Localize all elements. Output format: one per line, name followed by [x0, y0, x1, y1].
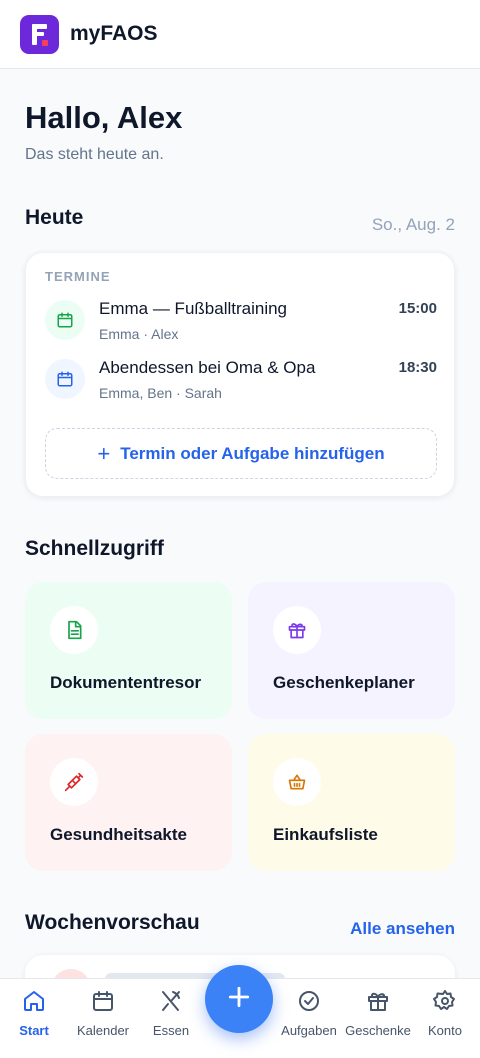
syringe-icon: [50, 758, 98, 806]
gift-icon: [366, 989, 390, 1018]
check-circle-icon: [297, 989, 321, 1018]
plus-icon: +: [97, 440, 111, 466]
event-people: Emma · Alex: [99, 326, 179, 342]
nav-label: Geschenke: [345, 1023, 411, 1038]
nav-tasks[interactable]: Aufgaben: [274, 989, 344, 1038]
appointments-heading: TERMINE: [45, 269, 111, 284]
nav-label: Aufgaben: [281, 1023, 337, 1038]
nav-food[interactable]: Essen: [136, 989, 206, 1038]
tile-shopping-list[interactable]: Einkaufsliste: [248, 734, 455, 871]
greeting-subtitle: Das steht heute an.: [25, 146, 164, 163]
nav-label: Start: [19, 1023, 49, 1038]
tile-gift-planner[interactable]: Geschenkeplaner: [248, 582, 455, 719]
calendar-icon: [91, 989, 115, 1018]
utensils-icon: [159, 989, 183, 1018]
event-people: Emma, Ben · Sarah: [99, 385, 222, 401]
event-time: 18:30: [398, 359, 437, 376]
nav-account[interactable]: Konto: [410, 989, 480, 1038]
today-date: So., Aug. 2: [371, 215, 455, 234]
home-icon: [22, 989, 46, 1018]
tile-label: Gesundheitsakte: [50, 825, 187, 844]
add-appointment-button[interactable]: + Termin oder Aufgabe hinzufügen: [45, 428, 437, 479]
tile-label: Geschenkeplaner: [273, 673, 415, 692]
gear-icon: [433, 989, 457, 1018]
gift-icon: [273, 606, 321, 654]
nav-gifts[interactable]: Geschenke: [343, 989, 413, 1038]
top-bar: myFAOS: [0, 0, 480, 69]
add-appointment-label: Termin oder Aufgabe hinzufügen: [120, 443, 385, 463]
nav-start[interactable]: Start: [0, 989, 69, 1038]
nav-calendar[interactable]: Kalender: [68, 989, 138, 1038]
greeting-title: Hallo, Alex: [25, 100, 183, 135]
plus-icon: [226, 984, 252, 1015]
basket-icon: [273, 758, 321, 806]
event-item[interactable]: Emma — Fußballtraining Emma · Alex 15:00: [45, 299, 437, 350]
event-time: 15:00: [398, 300, 437, 317]
view-all-link[interactable]: Alle ansehen: [350, 919, 455, 939]
tile-label: Dokumententresor: [50, 673, 202, 692]
calendar-icon: [45, 300, 85, 340]
week-preview-title: Wochenvorschau: [25, 911, 200, 934]
today-card: TERMINE Emma — Fußballtraining Emma · Al…: [25, 252, 455, 497]
tile-health-record[interactable]: Gesundheitsakte: [25, 734, 232, 871]
app-logo[interactable]: [20, 14, 59, 54]
calendar-icon: [45, 359, 85, 399]
event-title: Abendessen bei Oma & Opa: [99, 358, 316, 377]
nav-label: Konto: [428, 1023, 462, 1038]
app-title: myFAOS: [70, 22, 158, 45]
tile-document-vault[interactable]: Dokumententresor: [25, 582, 232, 719]
quick-access-title: Schnellzugriff: [25, 537, 164, 560]
today-section-title: Heute: [25, 206, 84, 229]
nav-label: Essen: [152, 1023, 190, 1038]
event-item[interactable]: Abendessen bei Oma & Opa Emma, Ben · Sar…: [45, 358, 437, 409]
add-fab-button[interactable]: [205, 965, 273, 1033]
nav-label: Kalender: [76, 1023, 130, 1038]
tile-label: Einkaufsliste: [273, 825, 378, 844]
event-title: Emma — Fußballtraining: [99, 299, 288, 318]
document-icon: [50, 606, 98, 654]
